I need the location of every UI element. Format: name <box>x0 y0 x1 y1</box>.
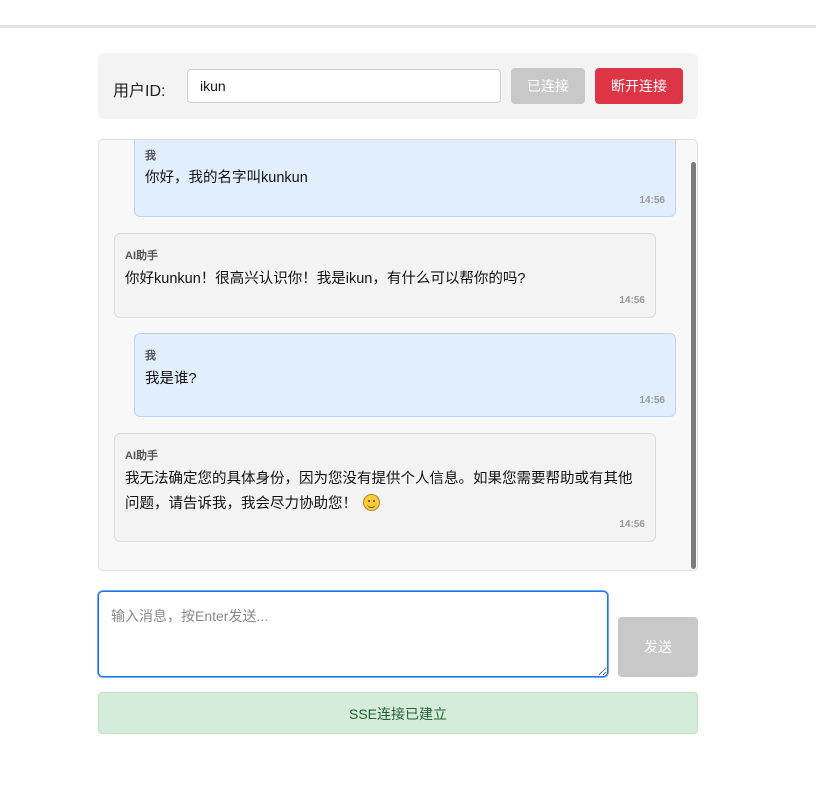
disconnect-button[interactable]: 断开连接 <box>595 68 683 104</box>
user-id-label: 用户ID: <box>113 83 166 100</box>
message-time: 14:56 <box>639 195 665 206</box>
top-bar <box>0 0 816 28</box>
send-button[interactable]: 发送 <box>618 617 698 677</box>
user-id-input[interactable] <box>187 69 501 103</box>
message-user: 我 你好，我的名字叫kunkun 14:56 <box>134 140 676 217</box>
connection-panel: 用户ID: 已连接 断开连接 <box>98 53 698 119</box>
message-sender: AI助手 <box>125 450 158 462</box>
connection-status-bar: SSE连接已建立 <box>98 692 698 734</box>
message-ai: AI助手 我无法确定您的具体身份，因为您没有提供个人信息。如果您需要帮助或有其他… <box>114 433 656 542</box>
chat-messages-panel[interactable]: 我 你好，我的名字叫kunkun 14:56 AI助手 你好kunkun！很高兴… <box>98 139 698 571</box>
connected-button[interactable]: 已连接 <box>511 68 585 104</box>
message-text: 你好kunkun！很高兴认识你！我是ikun，有什么可以帮你的吗? <box>125 271 526 287</box>
message-text: 你好，我的名字叫kunkun <box>145 170 308 186</box>
message-time: 14:56 <box>619 519 645 530</box>
message-input[interactable] <box>98 591 608 677</box>
message-user: 我 我是谁? 14:56 <box>134 333 676 417</box>
message-time: 14:56 <box>639 395 665 406</box>
message-text-container: 我无法确定您的具体身份，因为您没有提供个人信息。如果您需要帮助或有其他问题，请告… <box>125 467 645 517</box>
message-sender: AI助手 <box>125 250 158 262</box>
smiling-face-icon <box>363 494 380 511</box>
message-ai: AI助手 你好kunkun！很高兴认识你！我是ikun，有什么可以帮你的吗? 1… <box>114 233 656 318</box>
message-sender: 我 <box>145 150 156 162</box>
chat-scrollbar[interactable] <box>691 162 696 569</box>
message-time: 14:56 <box>619 295 645 306</box>
message-sender: 我 <box>145 350 156 362</box>
message-text: 我是谁? <box>145 371 197 387</box>
